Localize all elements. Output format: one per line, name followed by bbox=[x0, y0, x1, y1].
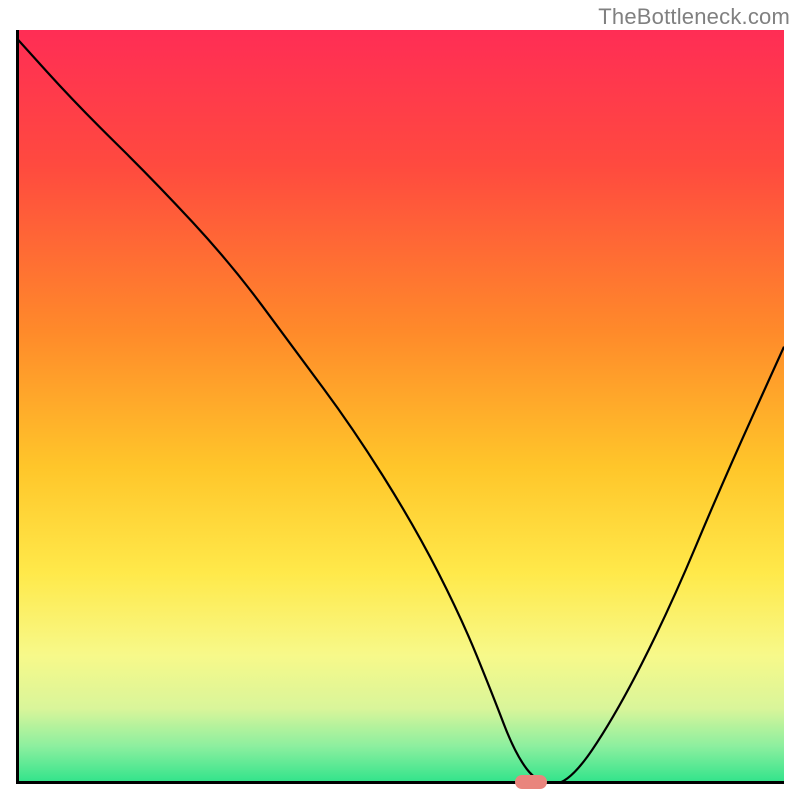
gradient-background bbox=[16, 30, 784, 784]
y-axis bbox=[16, 30, 19, 784]
chart-container: TheBottleneck.com bbox=[0, 0, 800, 800]
x-axis bbox=[16, 781, 784, 784]
plot-area bbox=[16, 30, 784, 784]
optimal-marker bbox=[515, 775, 547, 789]
chart-svg bbox=[16, 30, 784, 784]
attribution-text: TheBottleneck.com bbox=[598, 4, 790, 30]
